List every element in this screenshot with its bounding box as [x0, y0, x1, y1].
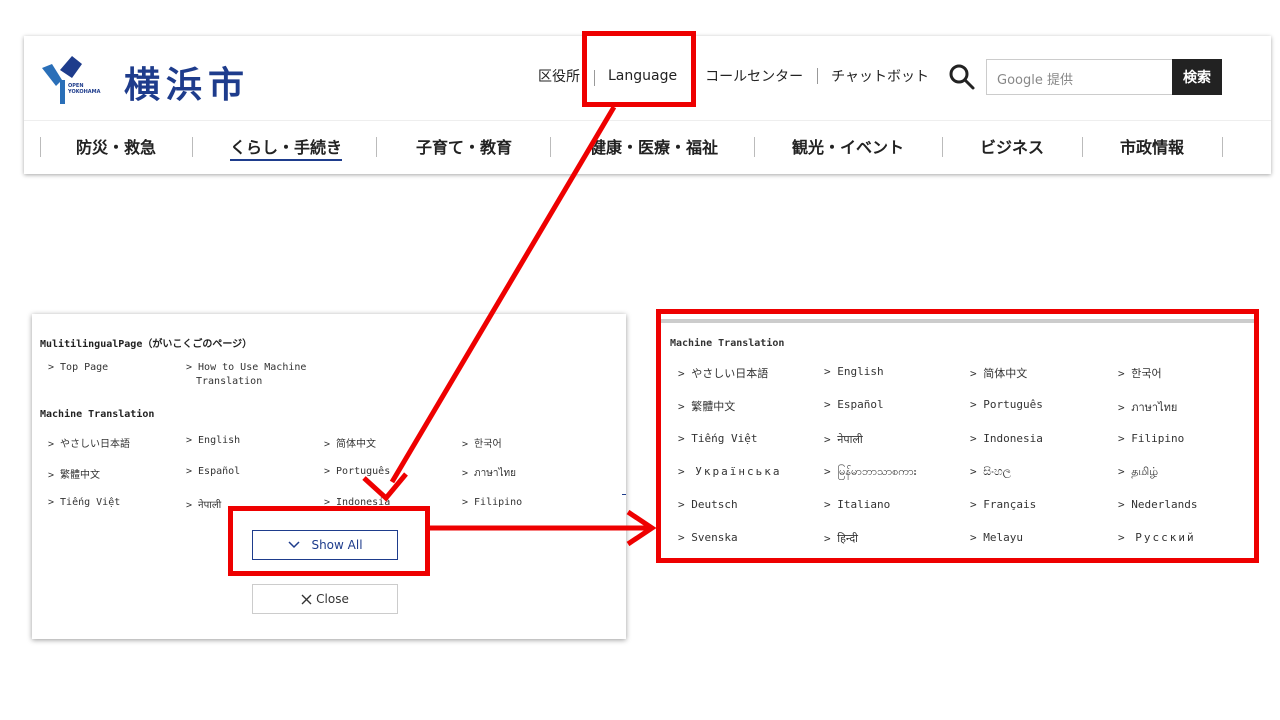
annotation-arrows	[362, 105, 657, 547]
arrow-line-down	[389, 105, 617, 484]
arrow-head-down	[362, 472, 408, 502]
